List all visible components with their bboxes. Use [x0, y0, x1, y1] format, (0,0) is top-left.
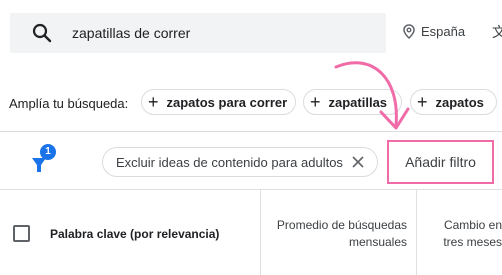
search-query-text: zapatillas de correr: [72, 25, 191, 41]
column-header-line: tres meses: [443, 235, 502, 249]
column-header-line: Cambio en: [443, 218, 502, 232]
chip-label: zapatos para correr: [166, 94, 288, 110]
plus-icon: +: [417, 92, 428, 112]
column-header-keyword[interactable]: Palabra clave (por relevancia): [50, 227, 219, 241]
column-header-line: Promedio de búsquedas: [276, 218, 407, 232]
search-header: zapatillas de correr España 文: [0, 0, 502, 72]
chip-label: zapatillas: [328, 94, 388, 110]
column-header-line: mensuales: [348, 235, 407, 249]
language-icon[interactable]: 文: [492, 22, 502, 42]
broaden-chip-zapatos[interactable]: + zapatos: [410, 89, 497, 115]
plus-icon: +: [148, 92, 159, 112]
broaden-chip-zapatillas[interactable]: + zapatillas: [303, 89, 402, 115]
search-input[interactable]: zapatillas de correr: [10, 13, 386, 53]
search-icon: [32, 23, 52, 43]
active-filter-chip[interactable]: Excluir ideas de contenido para adultos: [102, 147, 378, 177]
column-divider: [416, 190, 417, 275]
broaden-search-label: Amplía tu búsqueda:: [9, 96, 129, 111]
column-header-avg-monthly-searches[interactable]: Promedio de búsquedas mensuales: [262, 217, 407, 251]
broaden-chip-zapatos-para-correr[interactable]: + zapatos para correr: [141, 89, 296, 115]
location-selector[interactable]: España: [403, 24, 465, 39]
location-label: España: [421, 24, 466, 39]
close-icon[interactable]: [349, 153, 367, 171]
filter-row: 1 Excluir ideas de contenido para adulto…: [0, 133, 502, 190]
add-filter-button[interactable]: Añadir filtro: [387, 140, 494, 184]
column-divider: [260, 190, 261, 275]
table-header: Palabra clave (por relevancia) Promedio …: [0, 190, 502, 275]
chip-label: zapatos: [435, 94, 484, 110]
broaden-search-row: Amplía tu búsqueda: + zapatos para corre…: [0, 72, 502, 132]
location-pin-icon: [403, 24, 415, 39]
plus-icon: +: [310, 92, 321, 112]
column-header-three-month-change[interactable]: Cambio en tres meses: [420, 217, 502, 251]
select-all-checkbox[interactable]: [13, 225, 30, 242]
active-filter-label: Excluir ideas de contenido para adultos: [116, 154, 343, 170]
filter-count-badge: 1: [40, 144, 56, 160]
